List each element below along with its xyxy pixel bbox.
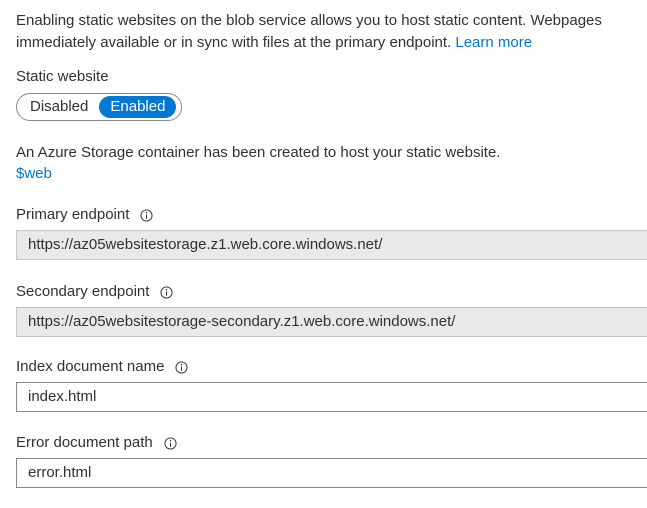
index-document-label-text: Index document name [16,358,165,375]
index-document-label: Index document name [16,357,188,377]
secondary-endpoint-label: Secondary endpoint [16,282,173,302]
secondary-endpoint-field[interactable]: https://az05websitestorage-secondary.z1.… [16,307,647,337]
toggle-option-enabled[interactable]: Enabled [99,96,177,118]
toggle-option-disabled[interactable]: Disabled [19,96,99,118]
index-document-input[interactable]: index.html [16,382,647,412]
intro-line-1: Enabling static websites on the blob ser… [16,12,602,29]
primary-endpoint-label: Primary endpoint [16,205,153,225]
primary-endpoint-field[interactable]: https://az05websitestorage.z1.web.core.w… [16,230,647,260]
learn-more-link[interactable]: Learn more [455,34,532,51]
intro-text: Enabling static websites on the blob ser… [16,10,647,54]
info-icon[interactable] [160,285,173,299]
error-document-input[interactable]: error.html [16,458,647,488]
static-website-toggle[interactable]: Disabled Enabled [16,93,182,121]
info-icon[interactable] [175,360,188,374]
static-website-label: Static website [16,68,109,85]
error-document-label-text: Error document path [16,434,153,451]
intro-line-2-text: immediately available or in sync with fi… [16,34,452,51]
secondary-endpoint-label-text: Secondary endpoint [16,283,150,300]
info-icon[interactable] [164,436,177,450]
web-container-link[interactable]: $web [16,164,52,184]
intro-line-2: immediately available or in sync with fi… [16,32,647,54]
container-note: An Azure Storage container has been crea… [16,144,501,161]
primary-endpoint-label-text: Primary endpoint [16,206,130,223]
error-document-label: Error document path [16,433,177,453]
info-icon[interactable] [140,208,153,222]
